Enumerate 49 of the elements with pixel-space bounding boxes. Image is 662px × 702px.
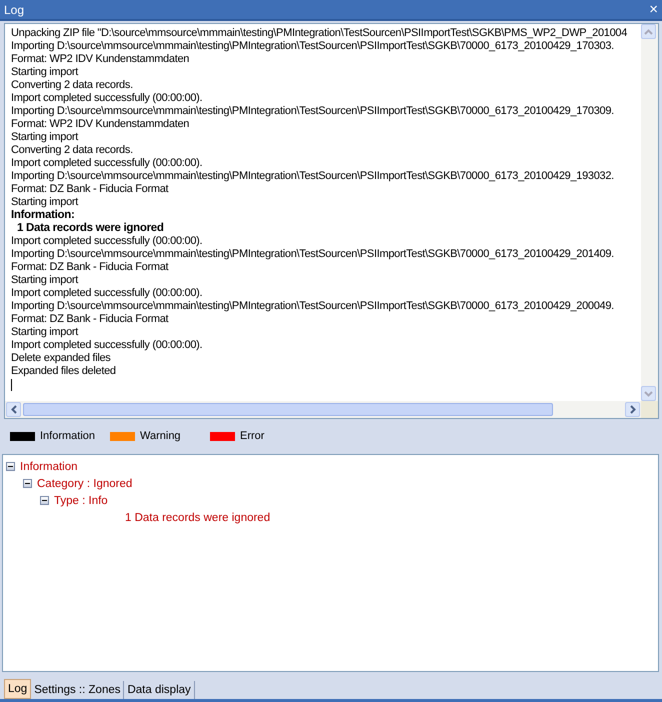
log-line: Import completed successfully (00:00:00).: [11, 339, 204, 352]
log-message: Information:: [11, 209, 76, 222]
log-line: Starting import: [11, 66, 80, 79]
log-line: Import completed successfully (00:00:00).: [11, 287, 204, 300]
close-icon[interactable]: ×: [649, 2, 658, 17]
text-cursor: [11, 379, 12, 391]
log-message: 1 Data records were ignored: [16, 222, 165, 235]
log-line: Starting import: [11, 196, 80, 209]
tree-item[interactable]: Category : Ignored: [37, 478, 132, 490]
tab[interactable]: Log: [4, 679, 32, 699]
tree-item[interactable]: 1 Data records were ignored: [125, 512, 270, 524]
scroll-left-icon[interactable]: [6, 402, 21, 417]
collapse-icon[interactable]: [23, 479, 32, 488]
log-line: Import completed successfully (00:00:00).: [11, 235, 204, 248]
scrollbar-corner: [641, 401, 658, 418]
log-line: Importing D:\source\mmsource\mmmain\testing\PMIntegration\TestSourcen\PSIImportTest\SGKB\70000_6173_20100429_170303.: [11, 40, 615, 53]
collapse-icon[interactable]: [6, 462, 15, 471]
log-line: Format: DZ Bank - Fiducia Format: [11, 261, 170, 274]
log-text-area[interactable]: [4, 23, 659, 419]
legend-label: Warning: [140, 430, 181, 442]
log-line: Format: DZ Bank - Fiducia Format: [11, 183, 170, 196]
log-line: Converting 2 data records.: [11, 144, 134, 157]
tree-item[interactable]: Type : Info: [54, 494, 108, 506]
log-line: Unpacking ZIP file "D:\source\mmsource\mmmain\testing\PMIntegration\TestSourcen\PSIImportTest\SGKB\PMS_WP2_DWP_201004: [11, 27, 628, 40]
log-line: Delete expanded files: [11, 352, 112, 365]
log-line: Importing D:\source\mmsource\mmmain\testing\PMIntegration\TestSourcen\PSIImportTest\SGKB\70000_6173_20100429_201409.: [11, 248, 615, 261]
collapse-icon[interactable]: [40, 496, 49, 505]
window-title: Log: [4, 2, 24, 16]
log-line: Importing D:\source\mmsource\mmmain\testing\PMIntegration\TestSourcen\PSIImportTest\SGKB\70000_6173_20100429_193032.: [11, 170, 615, 183]
legend-label: Error: [240, 430, 264, 442]
log-line: Converting 2 data records.: [11, 79, 134, 92]
log-line: Format: WP2 IDV Kundenstammdaten: [11, 53, 190, 66]
log-line: Format: DZ Bank - Fiducia Format: [11, 313, 170, 326]
log-line: Import completed successfully (00:00:00).: [11, 92, 204, 105]
log-line: Format: WP2 IDV Kundenstammdaten: [11, 118, 190, 131]
scroll-right-icon[interactable]: [625, 402, 640, 417]
scroll-thumb[interactable]: [23, 403, 553, 416]
horizontal-scrollbar[interactable]: [5, 401, 641, 418]
log-line: Starting import: [11, 274, 80, 287]
log-line: Import completed successfully (00:00:00).: [11, 157, 204, 170]
legend-label: Information: [40, 430, 96, 442]
log-line: Starting import: [11, 326, 80, 339]
tab[interactable]: Settings :: Zones: [31, 681, 124, 699]
log-line: Expanded files deleted: [11, 365, 117, 378]
log-line: Importing D:\source\mmsource\mmmain\testing\PMIntegration\TestSourcen\PSIImportTest\SGKB\70000_6173_20100429_170309.: [11, 105, 615, 118]
tab[interactable]: Data display: [124, 681, 195, 699]
log-line: Importing D:\source\mmsource\mmmain\testing\PMIntegration\TestSourcen\PSIImportTest\SGKB\70000_6173_20100429_200049.: [11, 300, 615, 313]
log-line: Starting import: [11, 131, 80, 144]
tree-item[interactable]: Information: [20, 460, 78, 472]
